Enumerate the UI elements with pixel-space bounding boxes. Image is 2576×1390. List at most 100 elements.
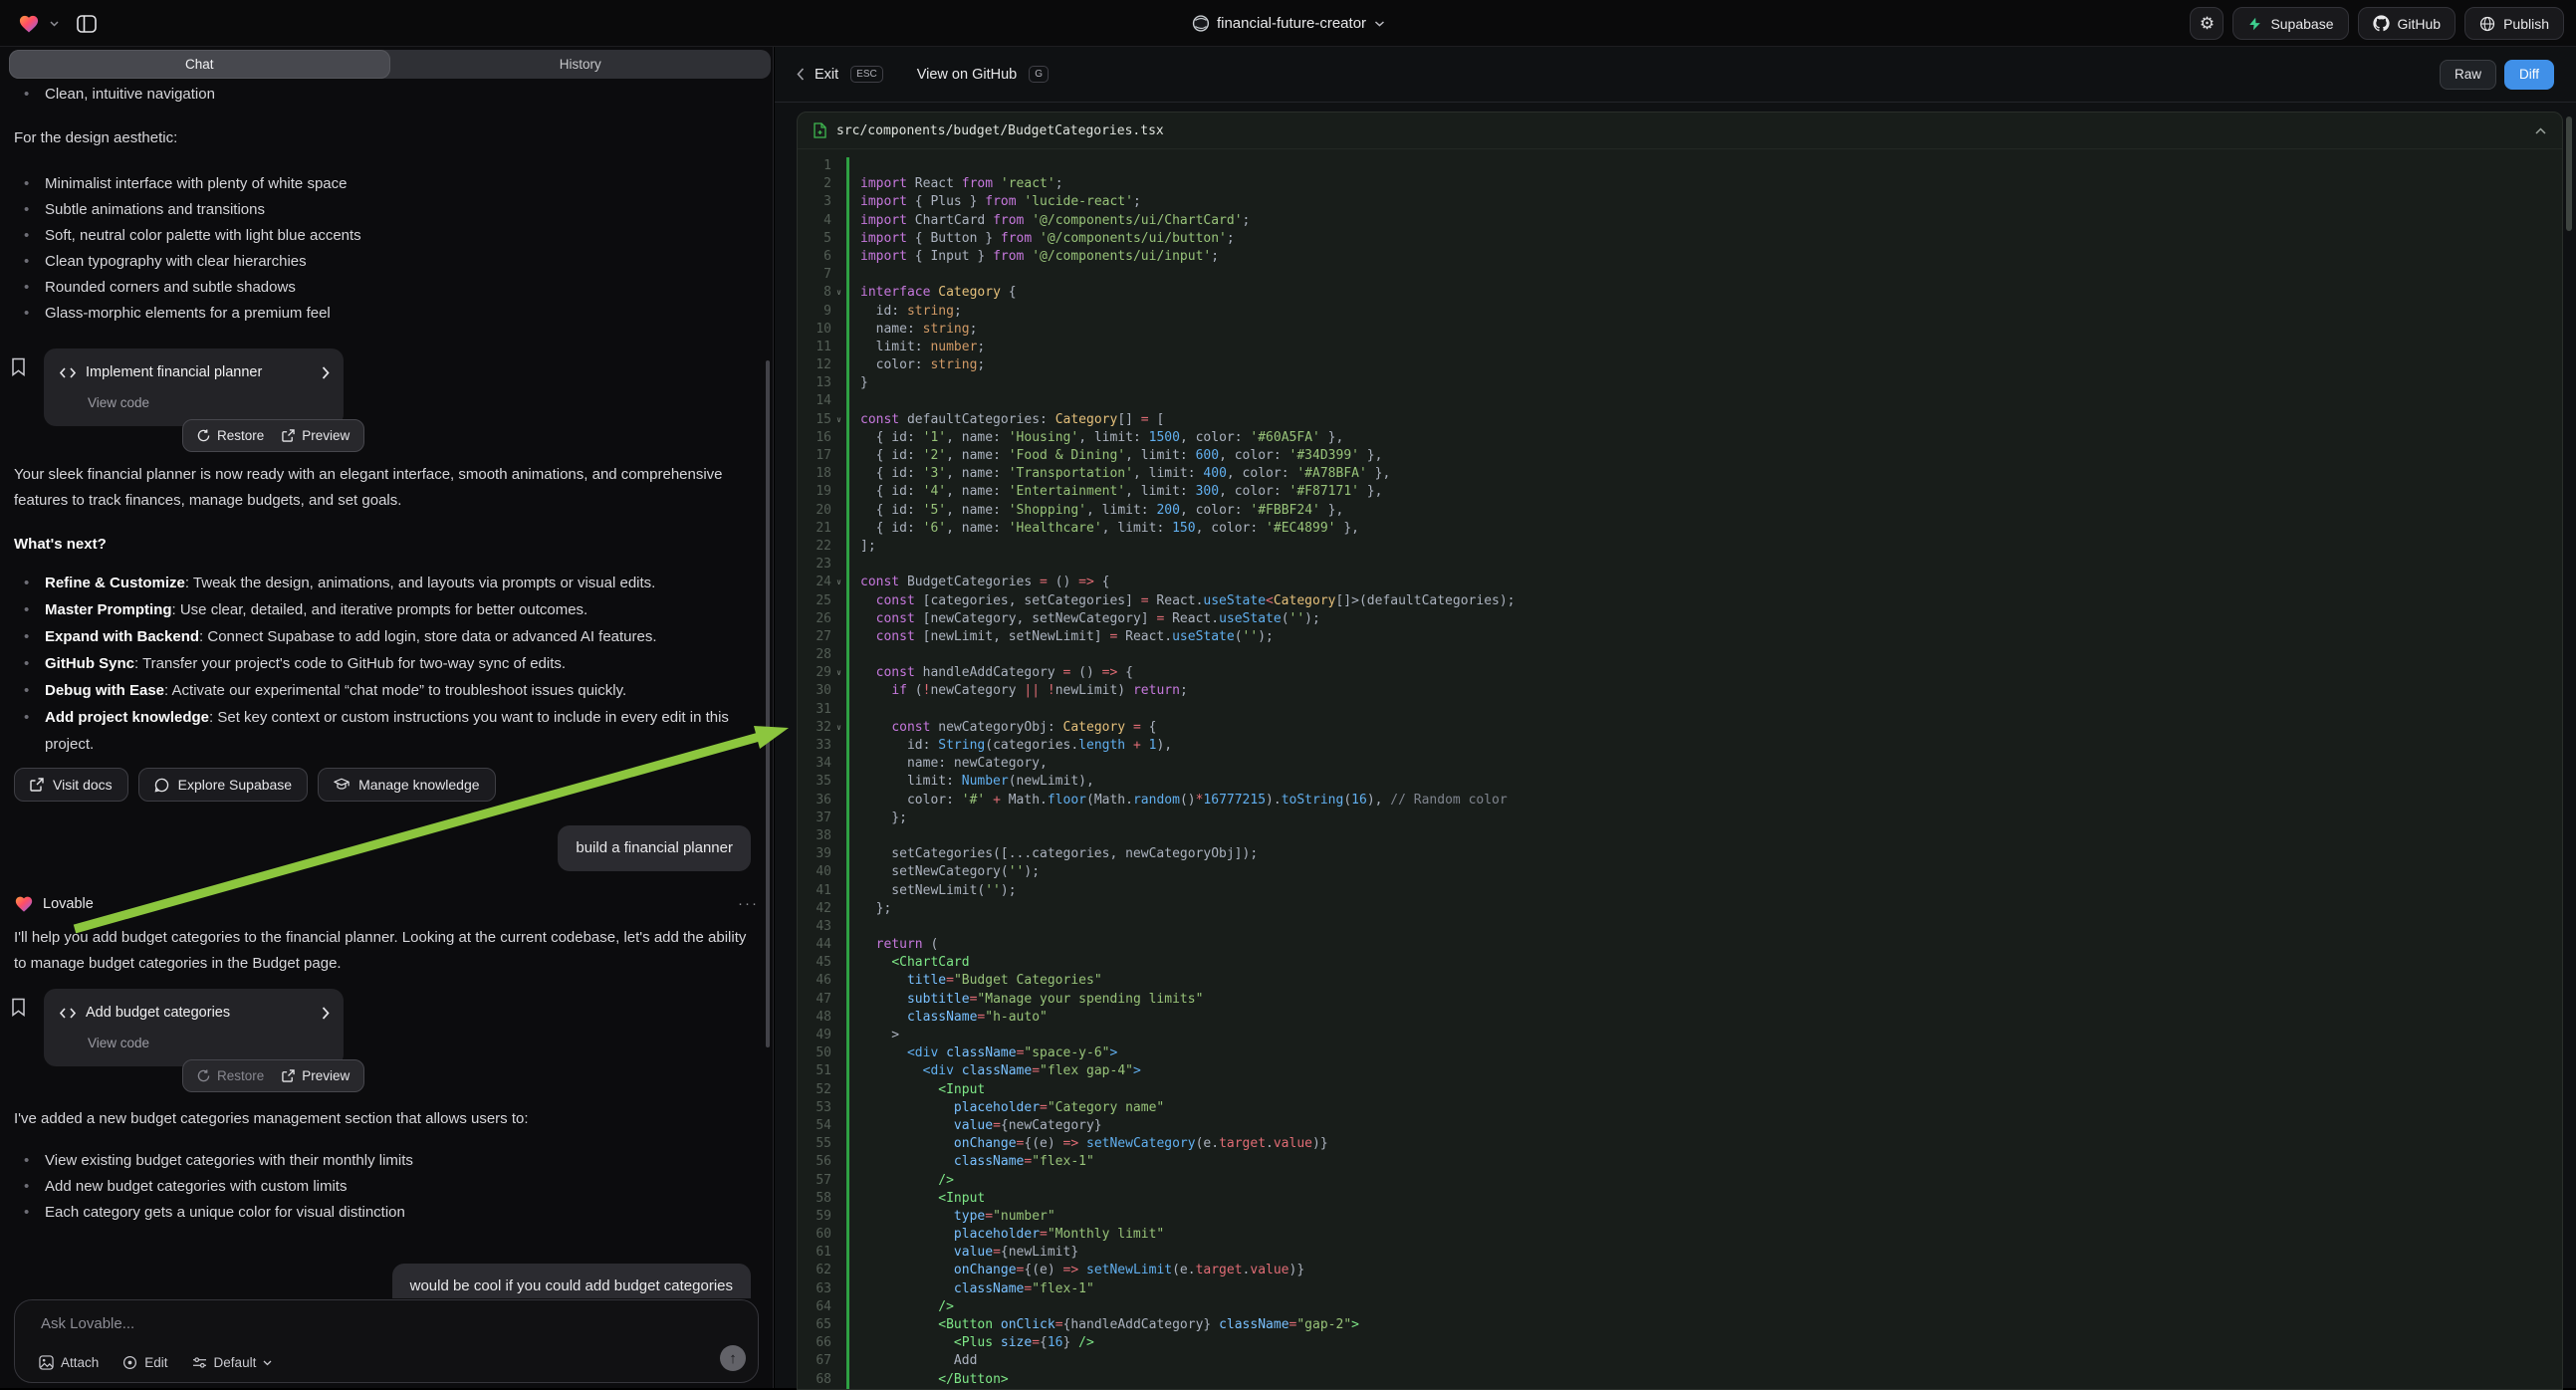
target-icon <box>122 1355 137 1370</box>
whats-next-list: Refine & Customize: Tweak the design, an… <box>14 570 759 758</box>
user-message: build a financial planner <box>558 825 751 871</box>
line-number: 65 <box>798 1316 831 1334</box>
project-orb-icon <box>1192 15 1209 32</box>
lovable-logo-icon[interactable] <box>18 14 40 34</box>
arrow-up-icon: ↑ <box>729 1350 737 1367</box>
fold-chevron-icon[interactable]: ∨ <box>831 664 846 682</box>
code-line: 33 id: String(categories.length + 1), <box>798 737 2562 755</box>
code-line: 26 const [newCategory, setNewCategory] =… <box>798 610 2562 628</box>
settings-button[interactable]: ⚙ <box>2190 7 2224 40</box>
chevron-down-icon[interactable] <box>50 21 59 27</box>
github-button[interactable]: GitHub <box>2358 7 2457 40</box>
code-line: 27 const [newLimit, setNewLimit] = React… <box>798 628 2562 646</box>
panel-left-toggle-icon[interactable] <box>77 15 97 33</box>
publish-button[interactable]: Publish <box>2464 7 2564 40</box>
chevron-down-icon <box>1374 21 1384 27</box>
fold-spacer <box>831 374 846 392</box>
line-number: 66 <box>798 1334 831 1352</box>
code-line: 21 { id: '6', name: 'Healthcare', limit:… <box>798 520 2562 538</box>
exit-button[interactable]: Exit <box>815 67 838 83</box>
tab-chat[interactable]: Chat <box>9 50 390 79</box>
line-number: 27 <box>798 628 831 646</box>
line-number: 33 <box>798 737 831 755</box>
fold-spacer <box>831 1262 846 1279</box>
fold-spacer <box>831 1352 846 1370</box>
fold-spacer <box>831 882 846 900</box>
chat-scrollbar[interactable] <box>766 360 770 1047</box>
line-number: 43 <box>798 918 831 936</box>
line-number: 19 <box>798 483 831 501</box>
fold-spacer <box>831 845 846 863</box>
fold-chevron-icon[interactable]: ∨ <box>831 574 846 591</box>
design-bullet-list: Minimalist interface with plenty of whit… <box>14 171 759 327</box>
external-link-icon <box>30 778 44 792</box>
code-line: 10 name: string; <box>798 321 2562 339</box>
message-menu-button[interactable]: ··· <box>738 891 759 917</box>
fold-spacer <box>831 447 846 465</box>
tool-card-implement: Implement financial planner View code Re… <box>44 348 344 426</box>
code-line: 8∨interface Category { <box>798 284 2562 302</box>
restore-button[interactable]: Restore <box>197 1063 264 1089</box>
fold-spacer <box>831 592 846 610</box>
manage-knowledge-button[interactable]: Manage knowledge <box>318 768 495 802</box>
fold-spacer <box>831 502 846 520</box>
restore-button[interactable]: Restore <box>197 423 264 449</box>
code-line: 40 setNewCategory(''); <box>798 863 2562 881</box>
mode-select[interactable]: Default <box>192 1355 273 1370</box>
added-bullet-list: View existing budget categories with the… <box>14 1148 759 1226</box>
collapse-file-button[interactable] <box>2535 127 2546 134</box>
chevron-up-icon <box>2535 127 2546 134</box>
whats-next-heading: What's next? <box>14 532 759 558</box>
chat-input-box[interactable]: Ask Lovable... Attach Edit Default ↑ <box>14 1299 759 1383</box>
fold-spacer <box>831 628 846 646</box>
explore-supabase-button[interactable]: Explore Supabase <box>138 768 308 802</box>
line-number: 15 <box>798 411 831 429</box>
raw-toggle-button[interactable]: Raw <box>2440 60 2496 90</box>
fold-spacer <box>831 230 846 248</box>
code-panel: Exit ESC View on GitHub G Raw Diff src/c… <box>775 47 2576 1388</box>
fold-chevron-icon[interactable]: ∨ <box>831 284 846 302</box>
view-code-link[interactable]: View code <box>88 1031 330 1056</box>
code-line: 35 limit: Number(newLimit), <box>798 773 2562 791</box>
project-switcher[interactable]: financial-future-creator <box>1192 0 1384 47</box>
image-attach-icon <box>39 1355 54 1370</box>
preview-button[interactable]: Preview <box>282 423 350 449</box>
file-path: src/components/budget/BudgetCategories.t… <box>836 123 1164 138</box>
code-line: 15∨const defaultCategories: Category[] =… <box>798 411 2562 429</box>
code-line: 47 subtitle="Manage your spending limits… <box>798 991 2562 1009</box>
chat-scrollback: Clean, intuitive navigation For the desi… <box>0 80 773 1298</box>
tab-history[interactable]: History <box>390 50 772 79</box>
send-button[interactable]: ↑ <box>720 1345 746 1371</box>
restore-preview-bar: Restore Preview <box>182 419 364 452</box>
visit-docs-button[interactable]: Visit docs <box>14 768 128 802</box>
bookmark-icon[interactable] <box>11 357 26 376</box>
fold-spacer <box>831 918 846 936</box>
chevron-right-icon <box>322 366 330 379</box>
diff-toggle-button[interactable]: Diff <box>2504 60 2554 90</box>
line-number: 46 <box>798 972 831 990</box>
preview-button[interactable]: Preview <box>282 1063 350 1089</box>
supabase-icon <box>2247 16 2262 32</box>
view-on-github-link[interactable]: View on GitHub <box>917 67 1017 83</box>
line-number: 54 <box>798 1117 831 1135</box>
edit-button[interactable]: Edit <box>122 1355 167 1370</box>
fold-spacer <box>831 1135 846 1153</box>
attach-button[interactable]: Attach <box>39 1355 99 1370</box>
file-header[interactable]: src/components/budget/BudgetCategories.t… <box>798 113 2562 149</box>
bookmark-icon[interactable] <box>11 998 26 1017</box>
line-number: 63 <box>798 1280 831 1298</box>
fold-chevron-icon[interactable]: ∨ <box>831 411 846 429</box>
list-item: View existing budget categories with the… <box>45 1148 759 1174</box>
code-line: 49 > <box>798 1027 2562 1044</box>
view-code-link[interactable]: View code <box>88 390 330 416</box>
line-number: 13 <box>798 374 831 392</box>
chevron-left-icon[interactable] <box>797 68 805 81</box>
supabase-button[interactable]: Supabase <box>2232 7 2348 40</box>
code-scrollbar[interactable] <box>2566 116 2572 231</box>
chat-history-tabs: Chat History <box>9 50 771 79</box>
code-line: 68 </Button> <box>798 1371 2562 1389</box>
card-title: Add budget categories <box>86 1000 312 1026</box>
code-line: 20 { id: '5', name: 'Shopping', limit: 2… <box>798 502 2562 520</box>
fold-chevron-icon[interactable]: ∨ <box>831 719 846 737</box>
code-line: 57 /> <box>798 1172 2562 1190</box>
